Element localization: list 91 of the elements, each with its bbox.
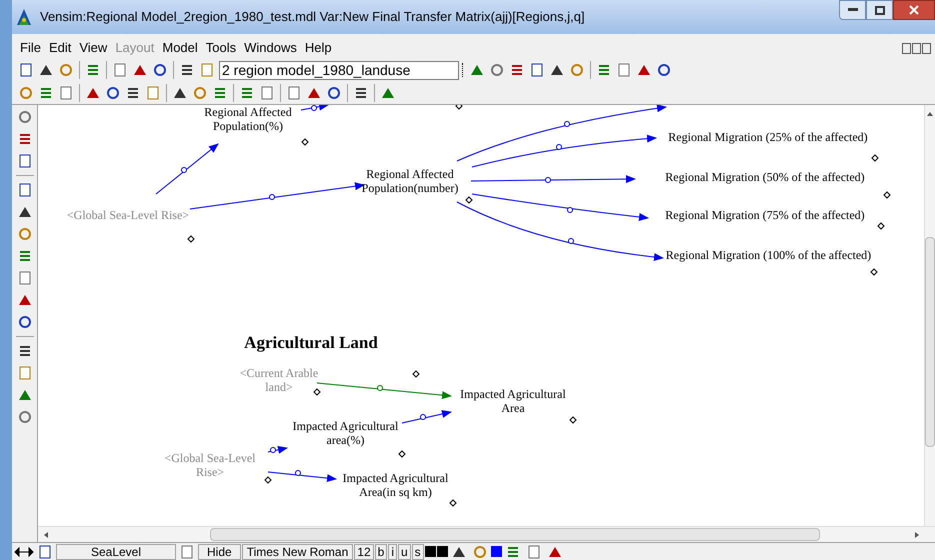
link-arrow[interactable] bbox=[402, 410, 452, 424]
variable-label[interactable]: Regional Affected Population(%) bbox=[198, 105, 298, 133]
close-button[interactable] bbox=[893, 0, 935, 20]
handle-marker[interactable] bbox=[455, 105, 463, 110]
menu-item[interactable]: View bbox=[75, 38, 112, 58]
doc-minimize-button[interactable] bbox=[902, 42, 911, 54]
minimize-icon bbox=[848, 8, 858, 12]
handle-marker[interactable] bbox=[883, 191, 891, 199]
menu-item[interactable]: Tools bbox=[202, 38, 240, 58]
variable-label[interactable]: Impacted Agricultural area(%) bbox=[283, 419, 408, 447]
border-color-swatch[interactable] bbox=[436, 546, 448, 557]
variable-label[interactable]: Regional Migration (75% of the affected) bbox=[655, 208, 875, 222]
handle-marker[interactable] bbox=[313, 388, 321, 396]
handle-marker[interactable] bbox=[187, 235, 195, 243]
variable-label[interactable]: Regional Migration (25% of the affected) bbox=[658, 130, 878, 144]
handle-marker[interactable] bbox=[877, 222, 885, 230]
handle-marker[interactable] bbox=[412, 370, 420, 378]
handle-marker[interactable] bbox=[301, 138, 309, 146]
model-name-field[interactable]: 2 region model_1980_landuse bbox=[219, 60, 459, 80]
menu-item[interactable]: File bbox=[16, 38, 45, 58]
handle-marker[interactable] bbox=[398, 450, 406, 458]
tool-icon[interactable] bbox=[37, 544, 53, 560]
maximize-button[interactable] bbox=[866, 0, 893, 20]
menu-item[interactable]: Help bbox=[300, 38, 336, 58]
link-arrow[interactable] bbox=[472, 194, 649, 221]
handle-marker[interactable] bbox=[871, 154, 879, 162]
scroll-left-icon[interactable] bbox=[42, 530, 50, 538]
tool-icon[interactable] bbox=[16, 182, 32, 198]
link-arrow[interactable] bbox=[470, 175, 636, 184]
menu-item[interactable]: Edit bbox=[44, 38, 76, 58]
scrollbar-thumb[interactable] bbox=[210, 528, 820, 541]
link-arrow[interactable] bbox=[156, 143, 219, 194]
variable-label[interactable]: Regional Affected Population(number) bbox=[355, 167, 465, 195]
section-heading: Agricultural Land bbox=[243, 333, 379, 353]
arrow-color-swatch[interactable] bbox=[490, 546, 502, 557]
handle-marker[interactable] bbox=[569, 416, 577, 424]
variable-label[interactable]: Impacted Agricultural Area(in sq km) bbox=[333, 471, 458, 499]
variable-label[interactable]: Impacted Agricultural Area bbox=[448, 387, 578, 415]
doc-close-button[interactable] bbox=[922, 42, 931, 54]
handle-marker[interactable] bbox=[449, 499, 457, 507]
tool-icon[interactable] bbox=[239, 85, 255, 101]
vertical-scrollbar[interactable] bbox=[924, 105, 935, 526]
window-title: Vensim:Regional Model_2region_1980_test.mdl Var:New Final Transfer Matrix(ajj)[Regions,j,q] bbox=[40, 8, 585, 26]
style-toggle[interactable]: b bbox=[374, 544, 388, 560]
variable-label[interactable]: Regional Migration (100% of the affected) bbox=[656, 248, 881, 262]
link-arrow[interactable] bbox=[456, 202, 664, 261]
tool-icon[interactable] bbox=[509, 62, 525, 78]
tool-icon[interactable] bbox=[16, 314, 32, 330]
link-arrow[interactable] bbox=[268, 446, 288, 454]
scrollbar-thumb[interactable] bbox=[925, 237, 935, 447]
style-toggle[interactable]: s bbox=[412, 544, 424, 560]
menu-item[interactable]: Windows bbox=[240, 38, 301, 58]
maximize-icon bbox=[874, 6, 884, 14]
style-toggle[interactable]: i bbox=[388, 544, 397, 560]
minimize-button[interactable] bbox=[839, 0, 866, 20]
tool-icon[interactable] bbox=[18, 62, 34, 78]
text-color-swatch[interactable] bbox=[424, 546, 436, 557]
tool-icon[interactable] bbox=[38, 85, 54, 101]
left-right-arrows-icon[interactable] bbox=[14, 546, 34, 558]
style-toggle[interactable]: u bbox=[398, 544, 411, 560]
link-arrow[interactable] bbox=[456, 105, 667, 162]
tool-icon[interactable] bbox=[656, 62, 672, 78]
tool-icon[interactable] bbox=[152, 62, 168, 78]
tool-icon[interactable] bbox=[105, 85, 121, 101]
handle-marker[interactable] bbox=[264, 476, 272, 484]
font-size-field[interactable]: 12 bbox=[354, 544, 374, 560]
horizontal-scrollbar[interactable] bbox=[38, 526, 935, 542]
close-icon bbox=[909, 5, 919, 15]
variable-label[interactable]: Regional Migration (50% of the affected) bbox=[655, 170, 875, 184]
handle-marker[interactable] bbox=[465, 196, 473, 204]
tool-icon[interactable] bbox=[179, 62, 195, 78]
tool-icon[interactable] bbox=[596, 62, 612, 78]
doc-restore-button[interactable] bbox=[912, 42, 921, 54]
scroll-right-icon[interactable] bbox=[913, 530, 921, 538]
tool-icon[interactable] bbox=[353, 85, 369, 101]
link-arrow[interactable] bbox=[472, 134, 657, 168]
app-logo-icon bbox=[16, 8, 32, 26]
link-arrow[interactable] bbox=[268, 470, 337, 482]
link-arrow[interactable] bbox=[316, 382, 452, 400]
tool-icon[interactable] bbox=[125, 85, 141, 101]
handle-marker[interactable] bbox=[870, 268, 878, 276]
link-arrow[interactable] bbox=[300, 105, 329, 111]
visibility-field[interactable]: Hide bbox=[198, 544, 241, 560]
menu-item[interactable]: Model bbox=[158, 38, 202, 58]
tool-icon[interactable] bbox=[326, 85, 342, 101]
tool-icon[interactable] bbox=[212, 85, 228, 101]
font-field[interactable]: Times New Roman bbox=[242, 544, 354, 560]
tool-icon[interactable] bbox=[85, 62, 101, 78]
tool-icon[interactable] bbox=[16, 153, 32, 169]
tool-icon[interactable] bbox=[529, 62, 545, 78]
variable-name-field[interactable]: SeaLevel bbox=[56, 544, 176, 560]
